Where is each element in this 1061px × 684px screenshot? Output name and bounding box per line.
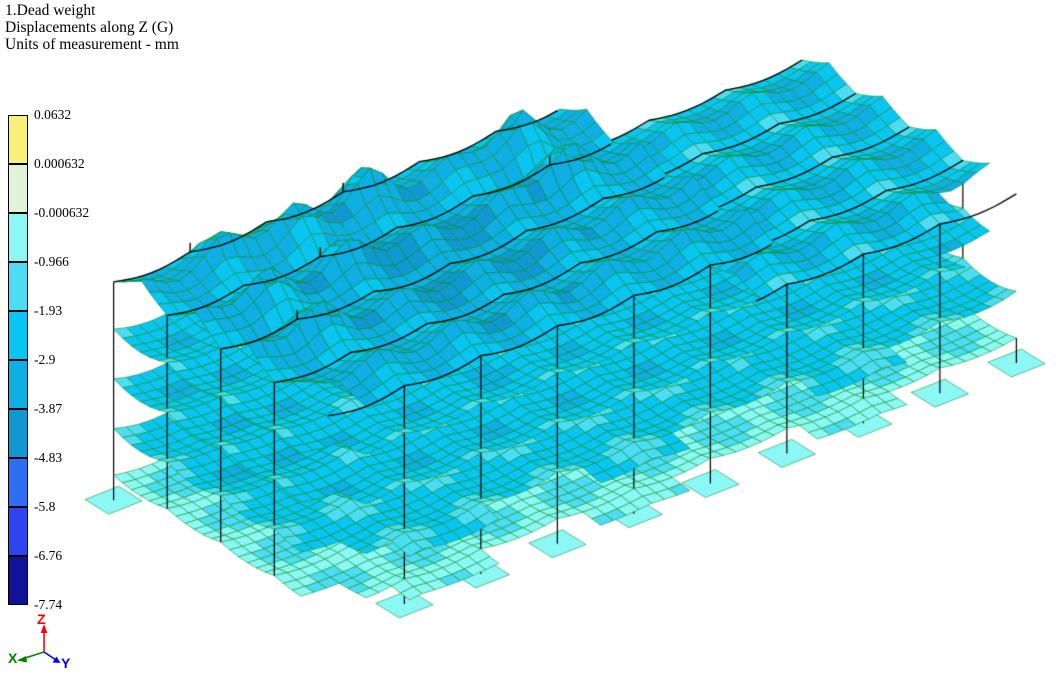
legend-label: -3.87 <box>34 401 62 417</box>
legend-label: -5.8 <box>34 499 55 515</box>
loadcase-title: 1.Dead weight <box>5 2 179 19</box>
legend-label: -6.76 <box>34 548 62 564</box>
legend-swatches <box>8 115 28 605</box>
y-axis-arrow <box>44 652 56 660</box>
result-header: 1.Dead weight Displacements along Z (G) … <box>5 2 179 53</box>
model-viewport[interactable] <box>0 0 1061 684</box>
units-title: Units of measurement - mm <box>5 36 179 53</box>
y-axis-label: Y <box>61 655 71 671</box>
x-axis-label: X <box>8 650 18 666</box>
legend-label: -0.966 <box>34 254 69 270</box>
legend-swatch <box>8 556 28 605</box>
y-axis-arrowhead <box>53 657 61 664</box>
legend-swatch <box>8 458 28 507</box>
legend-label: -1.93 <box>34 303 62 319</box>
z-axis-label: Z <box>37 611 46 627</box>
legend-swatch <box>8 311 28 360</box>
legend-swatch <box>8 164 28 213</box>
legend-label: -2.9 <box>34 352 55 368</box>
legend-label: 0.0632 <box>34 107 71 123</box>
legend-swatch <box>8 115 28 164</box>
axis-triad: Z X Y <box>6 610 84 680</box>
legend-labels: 0.06320.000632-0.000632-0.966-1.93-2.9-3… <box>34 115 124 615</box>
legend-swatch <box>8 262 28 311</box>
legend-swatch <box>8 409 28 458</box>
viewport-background: 1.Dead weight Displacements along Z (G) … <box>0 0 1061 684</box>
legend-swatch <box>8 507 28 556</box>
legend-label: -4.83 <box>34 450 62 466</box>
x-axis-arrowhead <box>17 656 27 663</box>
legend-label: 0.000632 <box>34 156 85 172</box>
quantity-title: Displacements along Z (G) <box>5 19 179 36</box>
legend-swatch <box>8 213 28 262</box>
legend-label: -0.000632 <box>34 205 89 221</box>
legend-swatch <box>8 360 28 409</box>
